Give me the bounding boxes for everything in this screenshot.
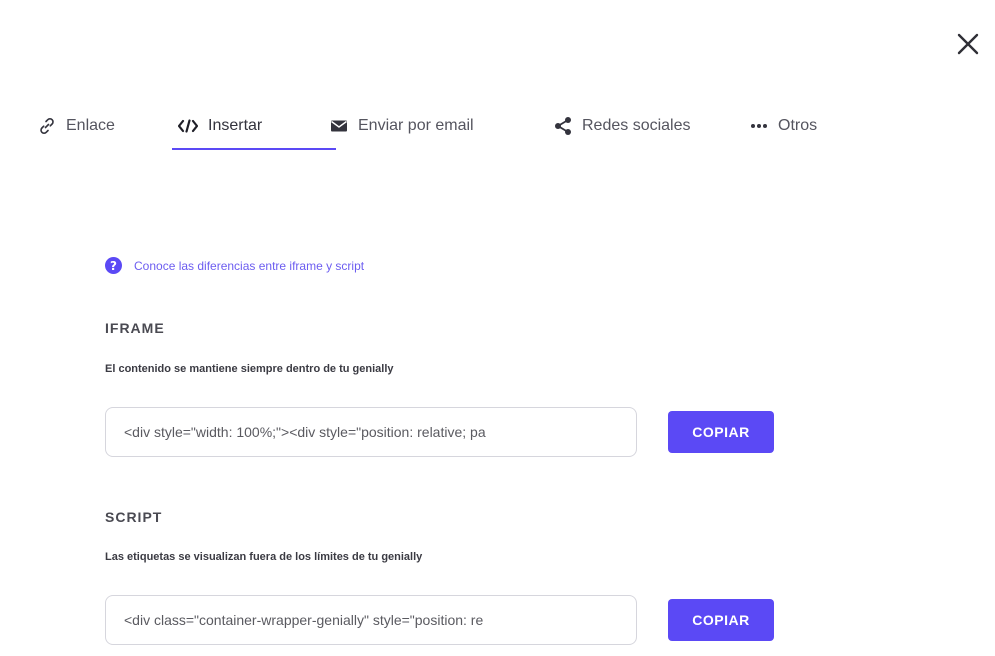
tab-enviar-por-email[interactable]: Enviar por email <box>330 108 554 144</box>
more-horizontal-icon <box>750 123 768 129</box>
script-row: <div class="container-wrapper-genially" … <box>105 595 774 645</box>
share-dialog: Enlace Insertar Enviar por email Redes s… <box>0 0 995 656</box>
close-icon <box>957 33 979 55</box>
tab-enlace-label: Enlace <box>66 117 115 134</box>
tab-insertar[interactable]: Insertar <box>172 108 336 150</box>
share-icon <box>554 116 572 136</box>
help-link[interactable]: ? Conoce las diferencias entre iframe y … <box>105 257 364 274</box>
mail-icon <box>330 119 348 133</box>
share-tabs: Enlace Insertar Enviar por email Redes s… <box>38 108 850 150</box>
script-description: Las etiquetas se visualizan fuera de los… <box>105 551 423 563</box>
iframe-code-field[interactable]: <div style="width: 100%;"><div style="po… <box>105 407 637 457</box>
help-icon: ? <box>105 257 122 274</box>
tab-otros-label: Otros <box>778 117 818 134</box>
iframe-row: <div style="width: 100%;"><div style="po… <box>105 407 774 457</box>
tab-enlace[interactable]: Enlace <box>38 108 178 144</box>
script-code-field[interactable]: <div class="container-wrapper-genially" … <box>105 595 637 645</box>
code-icon <box>178 119 198 133</box>
tab-enviar-por-email-label: Enviar por email <box>358 117 474 134</box>
link-icon <box>38 117 56 135</box>
tab-otros[interactable]: Otros <box>750 108 850 144</box>
script-title: SCRIPT <box>105 509 163 525</box>
tab-insertar-label: Insertar <box>208 117 263 134</box>
tab-redes-sociales-label: Redes sociales <box>582 117 691 134</box>
iframe-description: El contenido se mantiene siempre dentro … <box>105 363 394 375</box>
copy-iframe-button[interactable]: COPIAR <box>668 411 774 453</box>
help-link-text[interactable]: Conoce las diferencias entre iframe y sc… <box>134 259 364 273</box>
tab-redes-sociales[interactable]: Redes sociales <box>554 108 750 144</box>
copy-script-button[interactable]: COPIAR <box>668 599 774 641</box>
close-button[interactable] <box>952 28 984 60</box>
iframe-title: IFRAME <box>105 320 165 336</box>
